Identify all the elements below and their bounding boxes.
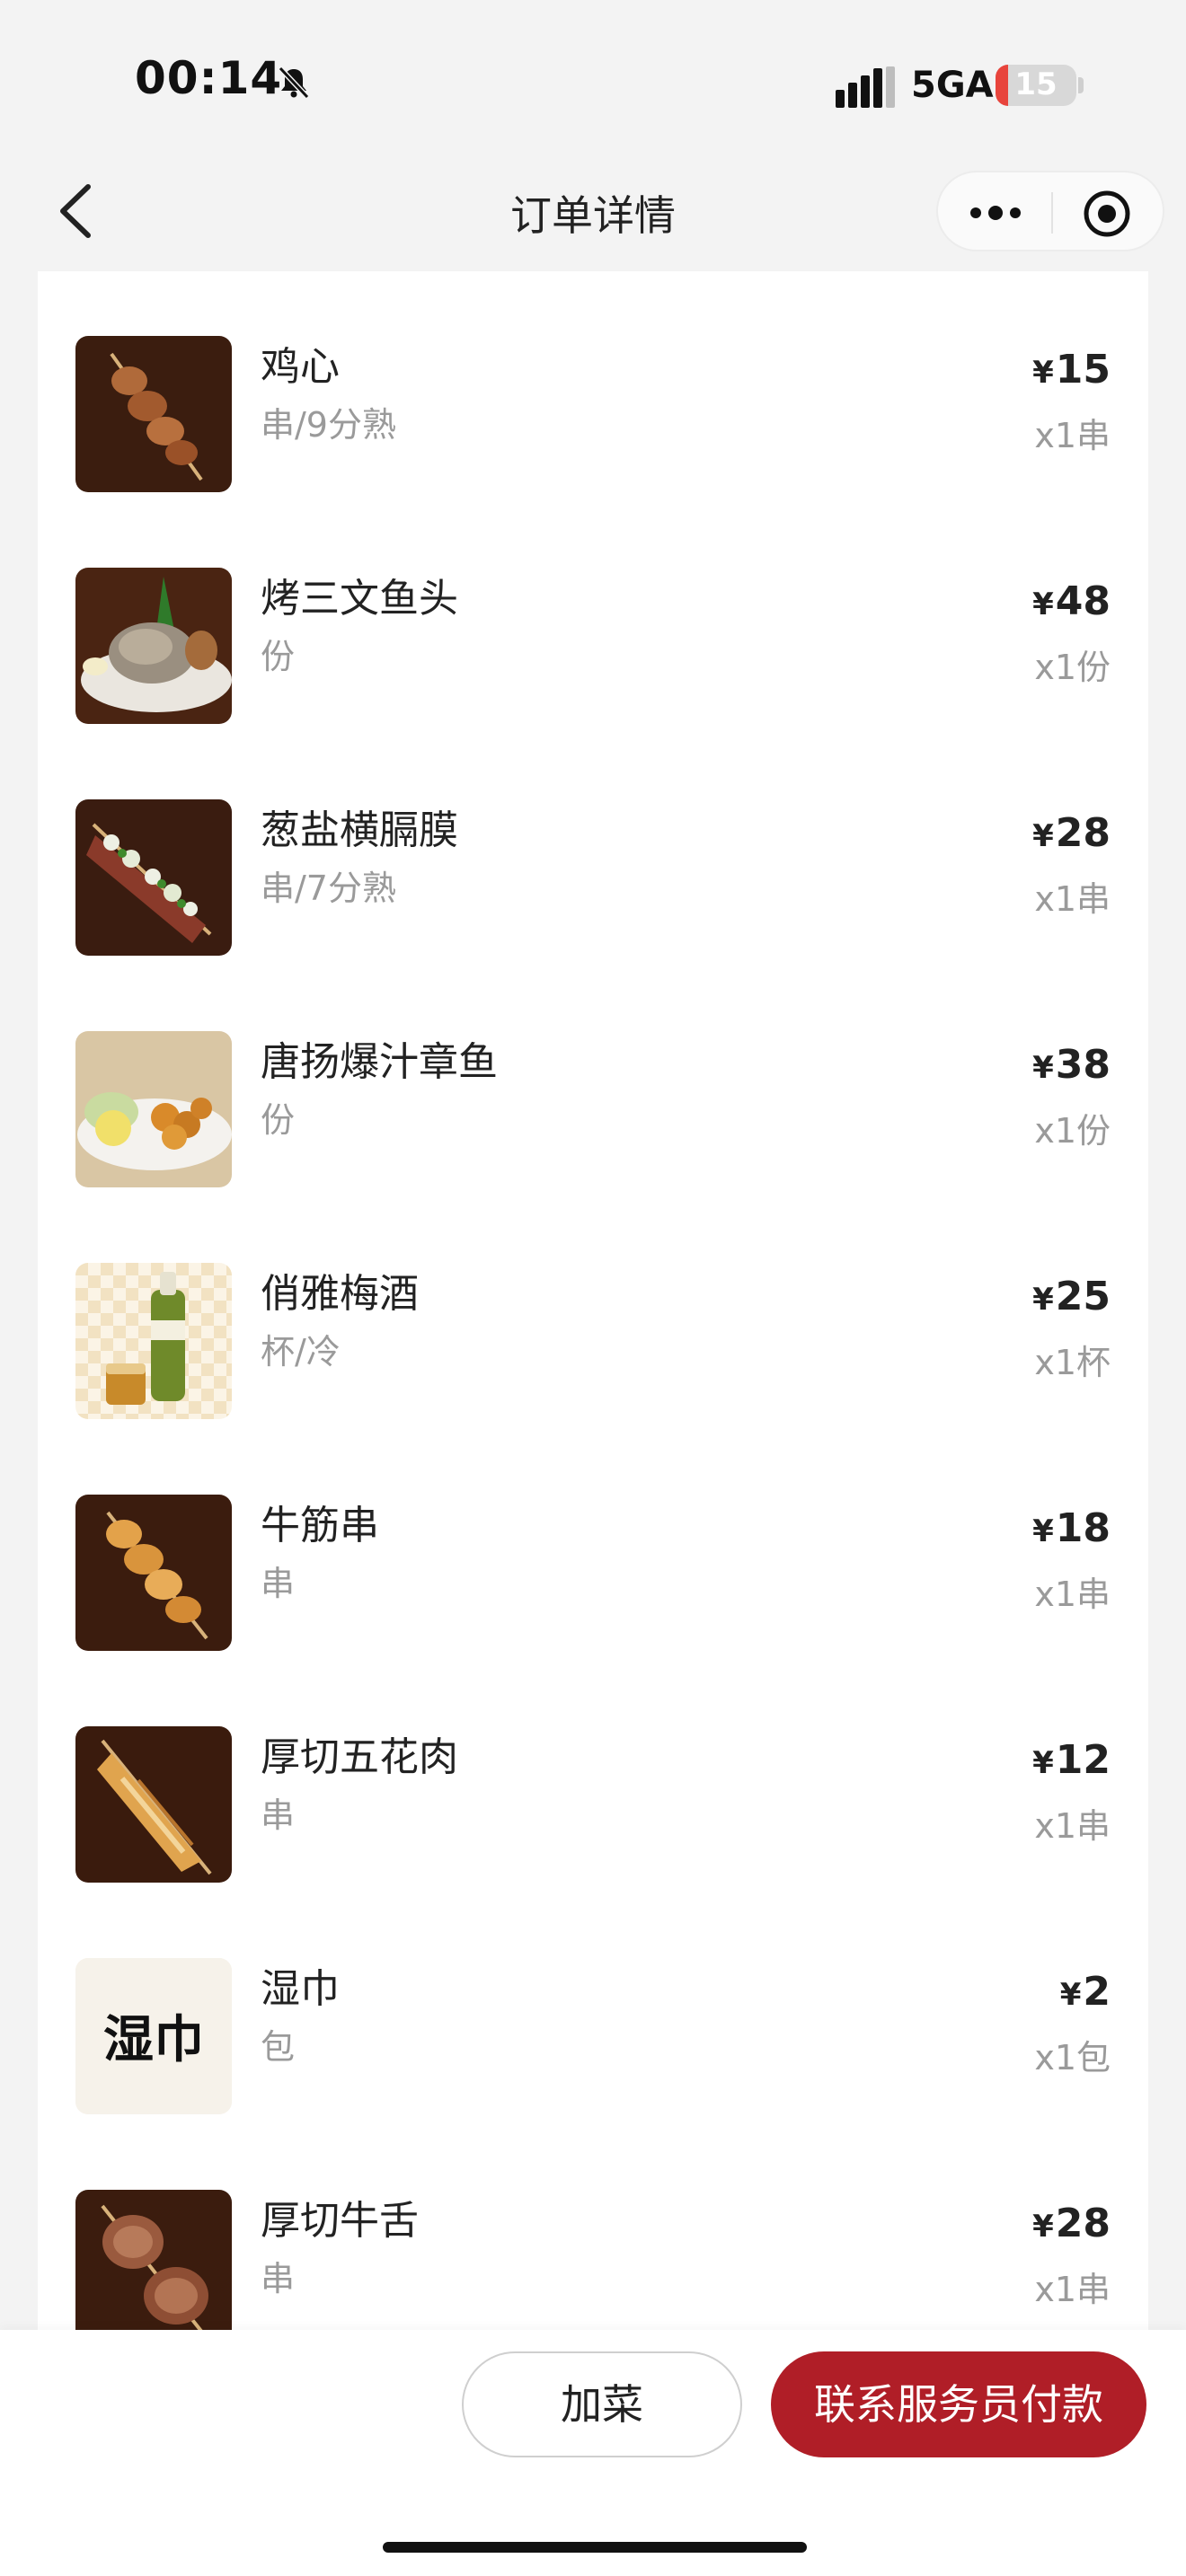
bottom-action-bar: 加菜 联系服务员付款 xyxy=(0,2330,1186,2576)
price-value: 28 xyxy=(1055,2201,1111,2246)
contact-waiter-pay-button[interactable]: 联系服务员付款 xyxy=(771,2351,1146,2457)
item-quantity: x1份 xyxy=(1034,1111,1111,1151)
item-spec: 串 xyxy=(261,2259,296,2298)
currency-symbol: ¥ xyxy=(1032,587,1054,622)
list-item[interactable]: 烤三文鱼头 份 ¥48 x1份 xyxy=(38,503,1148,735)
item-thumbnail xyxy=(75,1263,232,1419)
item-quantity: x1串 xyxy=(1034,879,1111,919)
list-item[interactable]: 唐扬爆汁章鱼 份 ¥38 x1份 xyxy=(38,966,1148,1198)
item-price: ¥25 xyxy=(1032,1274,1111,1319)
price-value: 48 xyxy=(1055,578,1111,624)
bell-muted-icon xyxy=(278,66,310,100)
item-spec: 份 xyxy=(261,1100,296,1140)
item-thumbnail: 湿巾 xyxy=(75,1958,232,2114)
item-price: ¥48 xyxy=(1032,578,1111,624)
item-spec: 串 xyxy=(261,1564,296,1603)
item-spec: 串/9分熟 xyxy=(261,405,396,445)
order-items-card: 鸡心 串/9分熟 ¥15 x1串 烤三文鱼头 份 ¥48 x1份 葱盐横膈膜 串… xyxy=(38,271,1148,2346)
item-quantity: x1串 xyxy=(1034,1575,1111,1614)
list-item[interactable]: 厚切五花肉 串 ¥12 x1串 xyxy=(38,1662,1148,1893)
item-spec: 串 xyxy=(261,1795,296,1835)
list-item[interactable]: 鸡心 串/9分熟 ¥15 x1串 xyxy=(38,271,1148,503)
list-item[interactable]: 厚切牛舌 串 ¥28 x1串 xyxy=(38,2125,1148,2357)
item-name: 湿巾 xyxy=(261,1966,340,2012)
list-item[interactable]: 牛筋串 串 ¥18 x1串 xyxy=(38,1430,1148,1662)
item-name: 俏雅梅酒 xyxy=(261,1271,419,1317)
currency-symbol: ¥ xyxy=(1059,1977,1082,2013)
item-price: ¥28 xyxy=(1032,2201,1111,2246)
price-value: 12 xyxy=(1055,1737,1111,1783)
item-name: 烤三文鱼头 xyxy=(261,576,458,622)
item-thumbnail xyxy=(75,1495,232,1651)
currency-symbol: ¥ xyxy=(1032,2209,1054,2245)
item-name: 唐扬爆汁章鱼 xyxy=(261,1039,498,1085)
item-thumbnail xyxy=(75,336,232,492)
item-spec: 包 xyxy=(261,2027,296,2067)
signal-strength-icon xyxy=(836,66,895,108)
list-item[interactable]: 俏雅梅酒 杯/冷 ¥25 x1杯 xyxy=(38,1198,1148,1430)
item-price: ¥15 xyxy=(1032,347,1111,393)
price-value: 2 xyxy=(1083,1969,1111,2015)
item-quantity: x1包 xyxy=(1034,2038,1111,2078)
item-spec: 串/7分熟 xyxy=(261,869,396,908)
item-quantity: x1串 xyxy=(1034,1806,1111,1846)
item-quantity: x1串 xyxy=(1034,416,1111,455)
currency-symbol: ¥ xyxy=(1032,1745,1054,1781)
price-value: 38 xyxy=(1055,1042,1111,1088)
item-thumbnail xyxy=(75,1726,232,1883)
capsule-divider xyxy=(1051,192,1053,234)
item-name: 鸡心 xyxy=(261,344,340,390)
item-spec: 份 xyxy=(261,637,296,676)
close-target-icon[interactable] xyxy=(1082,189,1132,239)
mini-program-capsule xyxy=(936,171,1164,251)
item-price: ¥18 xyxy=(1032,1505,1111,1551)
item-thumbnail xyxy=(75,1031,232,1187)
battery-tip xyxy=(1078,77,1084,93)
more-options-icon[interactable] xyxy=(967,198,1024,228)
status-time: 00:14 xyxy=(135,52,283,104)
price-value: 28 xyxy=(1055,810,1111,856)
item-thumbnail xyxy=(75,568,232,724)
home-indicator[interactable] xyxy=(383,2542,807,2553)
item-spec: 杯/冷 xyxy=(261,1332,341,1372)
item-name: 厚切牛舌 xyxy=(261,2198,419,2244)
item-name: 葱盐横膈膜 xyxy=(261,807,458,853)
item-quantity: x1份 xyxy=(1034,648,1111,687)
network-type: 5GA xyxy=(911,65,994,106)
item-price: ¥38 xyxy=(1032,1042,1111,1088)
add-dishes-button[interactable]: 加菜 xyxy=(462,2351,742,2457)
battery-level: 15 xyxy=(1014,66,1058,102)
price-value: 15 xyxy=(1055,347,1111,393)
item-thumbnail xyxy=(75,799,232,956)
currency-symbol: ¥ xyxy=(1032,355,1054,391)
item-thumbnail xyxy=(75,2190,232,2346)
currency-symbol: ¥ xyxy=(1032,1513,1054,1549)
item-name: 厚切五花肉 xyxy=(261,1734,458,1780)
list-item[interactable]: 湿巾 湿巾 包 ¥2 x1包 xyxy=(38,1893,1148,2125)
item-quantity: x1杯 xyxy=(1034,1343,1111,1382)
price-value: 25 xyxy=(1055,1274,1111,1319)
wet-towel-logo-text: 湿巾 xyxy=(103,2011,204,2069)
item-price: ¥28 xyxy=(1032,810,1111,856)
currency-symbol: ¥ xyxy=(1032,1282,1054,1318)
battery-indicator: 15 xyxy=(996,65,1076,106)
item-price: ¥12 xyxy=(1032,1737,1111,1783)
list-item[interactable]: 葱盐横膈膜 串/7分熟 ¥28 x1串 xyxy=(38,735,1148,966)
item-quantity: x1串 xyxy=(1034,2270,1111,2309)
item-name: 牛筋串 xyxy=(261,1503,379,1548)
currency-symbol: ¥ xyxy=(1032,818,1054,854)
price-value: 18 xyxy=(1055,1505,1111,1551)
currency-symbol: ¥ xyxy=(1032,1050,1054,1086)
item-price: ¥2 xyxy=(1060,1969,1111,2015)
